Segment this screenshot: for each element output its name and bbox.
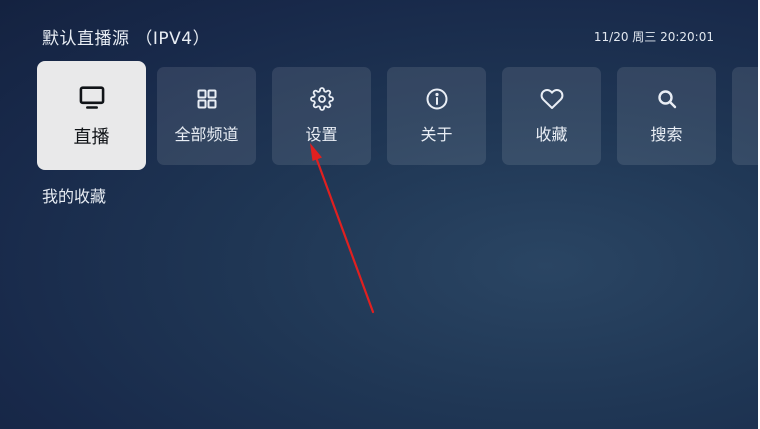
main-menu: 直播 全部频道 设置 关于 收藏 搜索 xyxy=(37,61,758,171)
menu-item-more[interactable]: 多 xyxy=(732,67,758,165)
search-icon xyxy=(657,90,676,109)
grid-icon xyxy=(197,89,216,109)
menu-item-label: 关于 xyxy=(420,125,453,144)
heart-icon xyxy=(540,89,563,109)
tv-app-screen: 默认直播源 （IPV4） 11/20 周三 20:20:01 直播 全部频道 设… xyxy=(0,0,758,429)
source-title: 默认直播源 （IPV4） xyxy=(42,29,211,49)
gear-icon xyxy=(309,87,334,111)
menu-item-label: 直播 xyxy=(73,126,110,148)
tv-icon xyxy=(79,85,104,109)
menu-item-label: 全部频道 xyxy=(174,125,239,144)
menu-item-label: 设置 xyxy=(305,125,338,144)
menu-item-settings[interactable]: 设置 xyxy=(272,67,371,165)
info-icon xyxy=(426,88,447,110)
favorites-section-title: 我的收藏 xyxy=(42,187,107,206)
menu-item-live[interactable]: 直播 xyxy=(37,61,146,170)
menu-item-favorites[interactable]: 收藏 xyxy=(502,67,601,165)
menu-item-search[interactable]: 搜索 xyxy=(617,67,716,165)
menu-item-about[interactable]: 关于 xyxy=(387,67,486,165)
status-clock: 11/20 周三 20:20:01 xyxy=(593,30,714,44)
menu-item-label: 收藏 xyxy=(535,125,568,144)
menu-item-label: 搜索 xyxy=(650,125,683,144)
menu-item-all-channels[interactable]: 全部频道 xyxy=(157,67,256,165)
